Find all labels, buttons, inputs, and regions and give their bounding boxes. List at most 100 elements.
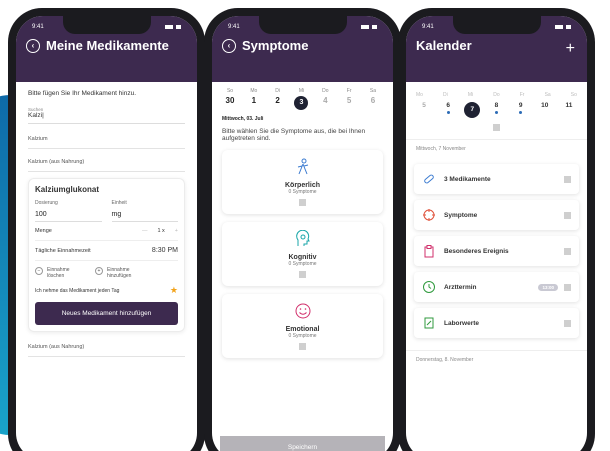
day-7-selected[interactable]: 7 bbox=[464, 102, 481, 118]
symptom-name: Körperlich bbox=[284, 182, 320, 189]
intake-time-value: 8:30 PM bbox=[151, 247, 178, 254]
section-header: Donnerstag, 8. November bbox=[406, 350, 587, 369]
person-walking-icon bbox=[297, 158, 308, 175]
symptom-count: 0 Symptome bbox=[288, 189, 317, 195]
appointment-time-badge: 13:00 bbox=[538, 283, 558, 291]
weekday-label: Fr bbox=[519, 92, 525, 98]
day-6[interactable]: 6 bbox=[440, 102, 456, 118]
calendar-item-lab[interactable]: Laborwerte bbox=[414, 308, 579, 338]
save-button[interactable]: Speichern bbox=[220, 436, 385, 451]
weekday-label: Do bbox=[493, 92, 500, 98]
target-icon bbox=[423, 209, 435, 221]
phone-medications: 9:41 ‹ Meine Medikamente Bitte fügen Sie… bbox=[8, 8, 205, 451]
phone-notch bbox=[62, 16, 151, 34]
calendar-item-symptoms[interactable]: Symptome bbox=[414, 200, 579, 230]
day-5[interactable]: 5 bbox=[339, 96, 359, 110]
signal-icon bbox=[361, 25, 377, 29]
weekday-label: Do bbox=[322, 88, 329, 94]
weekday-row: Mo Di Mi Do Fr Sa So bbox=[406, 82, 587, 98]
status-square bbox=[564, 283, 571, 291]
expand-square[interactable] bbox=[493, 124, 500, 131]
day-4[interactable]: 4 bbox=[315, 96, 335, 110]
calendar-item-event[interactable]: Besonderes Ereignis bbox=[414, 236, 579, 266]
day-2[interactable]: 2 bbox=[268, 96, 288, 110]
search-label: Suchen bbox=[28, 107, 44, 112]
weekday-label: Sa bbox=[369, 88, 377, 94]
calendar-item-appointment[interactable]: Arzttermin 13:00 bbox=[414, 272, 579, 302]
day-30[interactable]: 30 bbox=[220, 96, 240, 110]
weekday-row: So Mo Di Mi Do Fr Sa bbox=[212, 82, 393, 94]
day-row: 30 1 2 3 4 5 6 bbox=[212, 94, 393, 110]
weekday-label: Sa bbox=[544, 92, 551, 98]
medication-title: Kalziumglukonat bbox=[35, 185, 100, 194]
add-medication-button[interactable]: Neues Medikament hinzufügen bbox=[35, 302, 178, 325]
symptom-card-physical[interactable]: Körperlich 0 Symptome bbox=[222, 150, 383, 214]
quantity-plus-button[interactable]: + bbox=[175, 228, 178, 234]
phone-notch bbox=[452, 16, 541, 34]
symptom-count: 0 Symptome bbox=[288, 333, 317, 339]
item-label: Laborwerte bbox=[444, 319, 480, 327]
add-icon[interactable]: + bbox=[566, 40, 575, 58]
day-3-selected[interactable]: 3 bbox=[291, 96, 311, 110]
quantity-row: Menge — 1 x + bbox=[35, 222, 178, 241]
minus-circle-icon: − bbox=[35, 267, 43, 275]
weekday-label: Di bbox=[275, 88, 281, 94]
symptom-name: Kognitiv bbox=[288, 254, 317, 261]
day-row: 5 6 7 8 9 10 11 bbox=[406, 98, 587, 122]
daily-intake-text: Ich nehme das Medikament jeden Tag bbox=[35, 287, 120, 294]
day-10[interactable]: 10 bbox=[537, 102, 553, 118]
unit-label: Einheit bbox=[111, 200, 127, 206]
item-label: 3 Medikamente bbox=[444, 175, 491, 183]
status-square bbox=[299, 343, 306, 350]
result-item-kalzium-nahrung[interactable]: Kalzium (aus Nahrung) bbox=[28, 153, 185, 172]
back-icon[interactable]: ‹ bbox=[26, 38, 40, 53]
status-time: 9:41 bbox=[422, 24, 434, 30]
pill-icon bbox=[424, 174, 434, 184]
result-item-kalzium[interactable]: Kalzium bbox=[28, 130, 185, 149]
weekday-label: So bbox=[226, 88, 234, 94]
back-icon[interactable]: ‹ bbox=[222, 38, 236, 53]
unit-select[interactable]: mg bbox=[111, 208, 178, 222]
clock-icon bbox=[423, 281, 435, 293]
status-time: 9:41 bbox=[32, 24, 44, 30]
dosage-input[interactable]: 100 bbox=[35, 208, 102, 222]
delete-intake-button[interactable]: − Einnahme löschen bbox=[35, 267, 87, 279]
quantity-minus-button[interactable]: — bbox=[142, 228, 148, 234]
status-square bbox=[564, 211, 571, 219]
day-11[interactable]: 11 bbox=[561, 102, 577, 118]
phone-notch bbox=[258, 16, 347, 34]
symptom-card-cognitive[interactable]: Kognitiv 0 Symptome bbox=[222, 222, 383, 286]
lab-report-icon bbox=[424, 317, 434, 329]
weekday-label: Mi bbox=[467, 92, 474, 98]
day-1[interactable]: 1 bbox=[244, 96, 264, 110]
page-title: Meine Medikamente bbox=[46, 38, 169, 53]
intro-text: Bitte wählen Sie die Symptome aus, die b… bbox=[222, 128, 366, 142]
smiley-icon bbox=[295, 303, 310, 319]
selected-date: Mittwoch, 03. Juli bbox=[222, 116, 264, 122]
status-square bbox=[299, 199, 306, 206]
search-input[interactable]: Suchen Kalzi| bbox=[28, 103, 185, 124]
event-dot bbox=[519, 111, 523, 114]
page-title: Kalender bbox=[416, 38, 472, 53]
symptom-count: 0 Symptome bbox=[288, 261, 317, 267]
weekday-label: Fr bbox=[346, 88, 352, 94]
day-6[interactable]: 6 bbox=[363, 96, 383, 110]
add-intake-button[interactable]: + Einnahme hinzufügen bbox=[95, 267, 147, 279]
page-title: Symptome bbox=[242, 38, 309, 53]
weekday-label: Di bbox=[443, 92, 448, 98]
day-8[interactable]: 8 bbox=[488, 102, 504, 118]
intake-time-row[interactable]: Tägliche Einnahmezeit 8:30 PM bbox=[35, 241, 178, 261]
phone-calendar: 9:41 Kalender + Mo Di Mi Do Fr Sa So 5 6… bbox=[398, 8, 595, 451]
symptom-name: Emotional bbox=[285, 326, 320, 333]
status-square bbox=[299, 271, 306, 278]
day-5[interactable]: 5 bbox=[416, 102, 432, 118]
calendar-item-medications[interactable]: 3 Medikamente bbox=[414, 164, 579, 194]
symptom-card-emotional[interactable]: Emotional 0 Symptome bbox=[222, 294, 383, 358]
weekday-label: Mo bbox=[416, 92, 423, 98]
result-item-footer[interactable]: Kalzium (aus Nahrung) bbox=[28, 338, 185, 357]
day-9[interactable]: 9 bbox=[513, 102, 529, 118]
medication-card: Kalziumglukonat Dosierung 100 Einheit mg… bbox=[28, 178, 185, 332]
phone-symptoms: 9:41 ‹ Symptome So Mo Di Mi Do Fr Sa 30 … bbox=[204, 8, 401, 451]
signal-icon bbox=[165, 25, 181, 29]
star-icon[interactable]: ★ bbox=[170, 285, 178, 296]
